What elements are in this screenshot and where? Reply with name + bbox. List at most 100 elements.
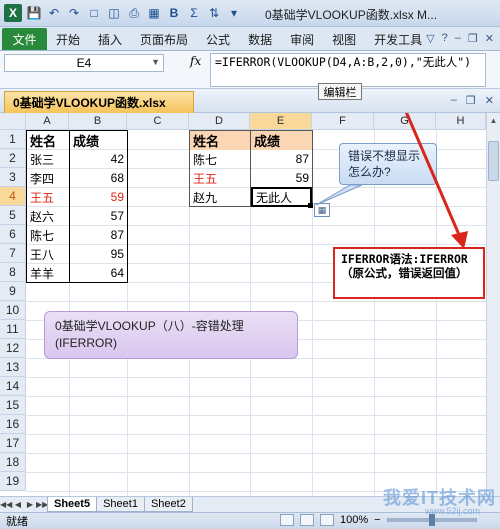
row-header-10[interactable]: 10 xyxy=(0,301,26,320)
formula-input[interactable]: =IFERROR(VLOOKUP(D4,A:B,2,0),"无此人") xyxy=(210,53,486,87)
wb-restore-icon[interactable]: ❐ xyxy=(466,94,476,107)
row-header-7[interactable]: 7 xyxy=(0,244,26,263)
spreadsheet-grid[interactable]: A B C D E F G H 1 2 3 4 5 6 7 8 9 10 11 … xyxy=(0,113,486,496)
sheet-tab-sheet1[interactable]: Sheet1 xyxy=(96,497,145,512)
col-header-d[interactable]: D xyxy=(189,113,250,130)
cell-e2[interactable]: 87 xyxy=(251,149,312,169)
col-header-e[interactable]: E xyxy=(250,113,312,130)
name-box[interactable]: E4 ▼ xyxy=(4,54,164,72)
cell-d4[interactable]: 赵九 xyxy=(190,187,250,207)
row-header-19[interactable]: 19 xyxy=(0,472,26,491)
zoom-slider[interactable] xyxy=(386,514,477,526)
new-file-icon[interactable]: □ xyxy=(86,5,102,21)
row-header-17[interactable]: 17 xyxy=(0,434,26,453)
col-header-c[interactable]: C xyxy=(127,113,189,130)
cell-e3[interactable]: 59 xyxy=(251,168,312,188)
cell-b8[interactable]: 64 xyxy=(70,263,127,283)
tab-review[interactable]: 审阅 xyxy=(281,28,323,50)
fill-handle[interactable] xyxy=(308,203,313,208)
cell-e1[interactable]: 成绩 xyxy=(251,130,312,150)
select-all-corner[interactable] xyxy=(0,113,26,130)
scroll-thumb[interactable] xyxy=(488,141,499,181)
insert-function-icon[interactable]: fx xyxy=(190,54,201,68)
prev-sheet-icon[interactable]: ◀ xyxy=(12,500,24,509)
row-header-4[interactable]: 4 xyxy=(0,187,26,206)
cell-a5[interactable]: 赵六 xyxy=(27,206,69,226)
row-header-13[interactable]: 13 xyxy=(0,358,26,377)
col-header-h[interactable]: H xyxy=(436,113,486,130)
undo-icon[interactable]: ↶ xyxy=(46,5,62,21)
save-icon[interactable]: 💾 xyxy=(26,5,42,21)
col-header-f[interactable]: F xyxy=(312,113,374,130)
tab-insert[interactable]: 插入 xyxy=(89,28,131,50)
restore-icon[interactable]: ❐ xyxy=(468,32,478,45)
cell-b2[interactable]: 42 xyxy=(70,149,127,169)
sort-icon[interactable]: ⇅ xyxy=(206,5,222,21)
row-header-2[interactable]: 2 xyxy=(0,149,26,168)
vertical-scrollbar[interactable]: ▲ xyxy=(486,113,500,496)
col-header-b[interactable]: B xyxy=(69,113,127,130)
row-header-5[interactable]: 5 xyxy=(0,206,26,225)
cell-d3[interactable]: 王五 xyxy=(190,168,250,188)
row-header-3[interactable]: 3 xyxy=(0,168,26,187)
cell-b5[interactable]: 57 xyxy=(70,206,127,226)
cell-a3[interactable]: 李四 xyxy=(27,168,69,188)
sheet-tab-sheet5[interactable]: Sheet5 xyxy=(47,497,98,512)
scroll-up-icon[interactable]: ▲ xyxy=(487,113,500,127)
row-header-14[interactable]: 14 xyxy=(0,377,26,396)
cell-b1[interactable]: 成绩 xyxy=(70,130,127,150)
tab-data[interactable]: 数据 xyxy=(239,28,281,50)
cell-a1[interactable]: 姓名 xyxy=(27,130,69,150)
cell-a2[interactable]: 张三 xyxy=(27,149,69,169)
cell-b4[interactable]: 59 xyxy=(70,187,127,207)
help-icon[interactable]: ▽ xyxy=(426,32,434,45)
tab-home[interactable]: 开始 xyxy=(47,28,89,50)
chevron-down-icon[interactable]: ▼ xyxy=(151,57,160,67)
question-icon[interactable]: ? xyxy=(442,32,448,45)
zoom-level[interactable]: 100% xyxy=(340,514,368,526)
cell-b6[interactable]: 87 xyxy=(70,225,127,245)
tab-developer[interactable]: 开发工具 xyxy=(365,28,431,50)
col-header-a[interactable]: A xyxy=(26,113,69,130)
cell-a7[interactable]: 王八 xyxy=(27,244,69,264)
row-header-15[interactable]: 15 xyxy=(0,396,26,415)
cell-e4-active[interactable]: 无此人 xyxy=(251,187,312,207)
cell-d2[interactable]: 陈七 xyxy=(190,149,250,169)
tab-view[interactable]: 视图 xyxy=(323,28,365,50)
open-folder-icon[interactable]: ◫ xyxy=(106,5,122,21)
normal-view-icon[interactable] xyxy=(280,514,294,526)
zoom-out-icon[interactable]: − xyxy=(374,514,380,526)
row-header-1[interactable]: 1 xyxy=(0,130,26,149)
paste-options-icon[interactable]: ▦ xyxy=(314,203,330,217)
wb-close-icon[interactable]: ✕ xyxy=(485,94,494,107)
first-sheet-icon[interactable]: ◀◀ xyxy=(0,500,12,509)
row-header-11[interactable]: 11 xyxy=(0,320,26,339)
minimize-icon[interactable]: – xyxy=(455,32,461,45)
print-icon[interactable]: ⎙ xyxy=(126,5,142,21)
col-header-g[interactable]: G xyxy=(374,113,436,130)
customize-icon[interactable]: ▾ xyxy=(226,5,242,21)
autosum-icon[interactable]: Σ xyxy=(186,5,202,21)
row-header-12[interactable]: 12 xyxy=(0,339,26,358)
tab-page-layout[interactable]: 页面布局 xyxy=(131,28,197,50)
row-header-6[interactable]: 6 xyxy=(0,225,26,244)
row-header-9[interactable]: 9 xyxy=(0,282,26,301)
cell-b3[interactable]: 68 xyxy=(70,168,127,188)
bold-icon[interactable]: B xyxy=(166,5,182,21)
row-header-16[interactable]: 16 xyxy=(0,415,26,434)
cell-d1[interactable]: 姓名 xyxy=(190,130,250,150)
next-sheet-icon[interactable]: ▶ xyxy=(24,500,36,509)
row-header-8[interactable]: 8 xyxy=(0,263,26,282)
tab-formulas[interactable]: 公式 xyxy=(197,28,239,50)
workbook-tab[interactable]: 0基础学VLOOKUP函数.xlsx xyxy=(4,91,194,113)
close-icon[interactable]: ✕ xyxy=(485,32,494,45)
page-break-view-icon[interactable] xyxy=(320,514,334,526)
wb-minimize-icon[interactable]: – xyxy=(451,94,457,107)
cell-a6[interactable]: 陈七 xyxy=(27,225,69,245)
cell-a4[interactable]: 王五 xyxy=(27,187,69,207)
row-header-18[interactable]: 18 xyxy=(0,453,26,472)
cell-b7[interactable]: 95 xyxy=(70,244,127,264)
cell-a8[interactable]: 羊羊 xyxy=(27,263,69,283)
page-layout-view-icon[interactable] xyxy=(300,514,314,526)
table-icon[interactable]: ▦ xyxy=(146,5,162,21)
